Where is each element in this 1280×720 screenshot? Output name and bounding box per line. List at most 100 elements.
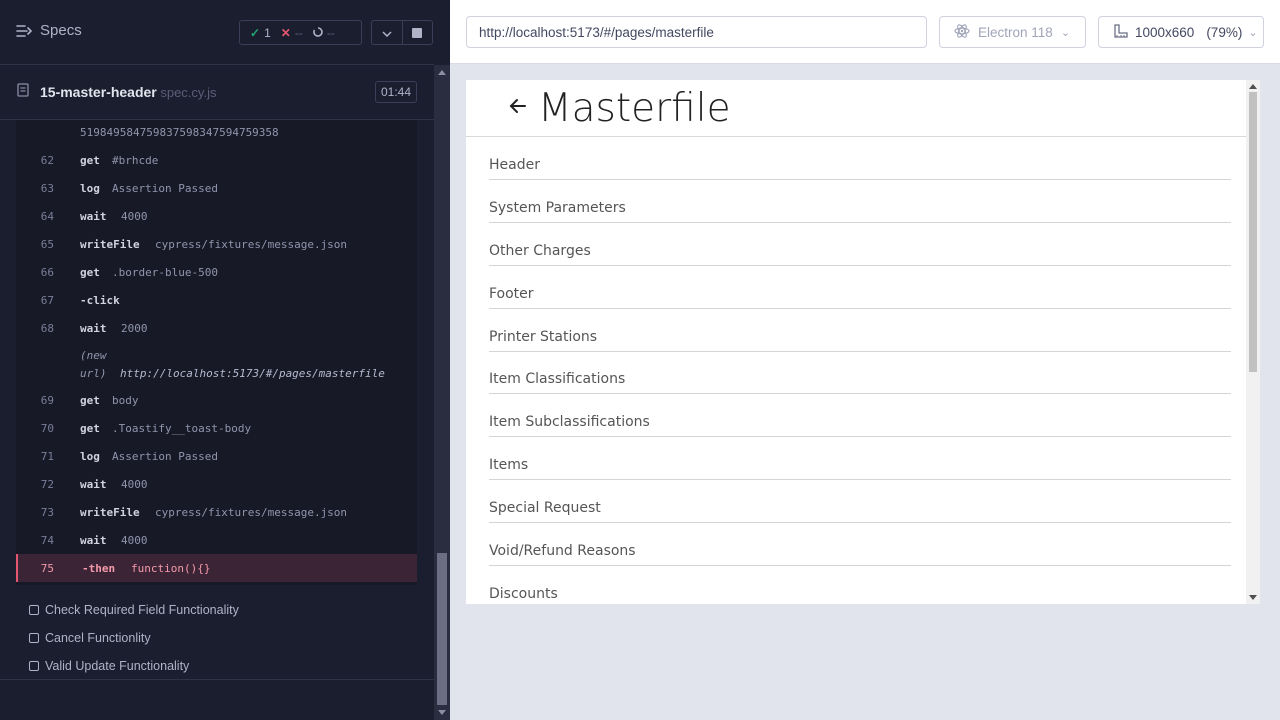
menu-item-label: Header (489, 157, 540, 173)
new-url-label: (new (80, 349, 107, 362)
command-message: function(){} (131, 562, 211, 575)
menu-item-label: Discounts (489, 586, 558, 602)
menu-item-header[interactable]: Header (489, 146, 1231, 180)
test-item[interactable]: Check Required Field Functionality (16, 596, 417, 624)
run-controls (371, 20, 433, 45)
chevron-down-icon: ⌄ (1060, 26, 1071, 39)
command-row[interactable]: 65 writeFile cypress/fixtures/message.js… (16, 230, 417, 258)
command-row[interactable]: 67 -click (16, 286, 417, 314)
menu-item-label: Printer Stations (489, 329, 598, 345)
menu-item-system-parameters[interactable]: System Parameters (489, 189, 1231, 223)
menu-item-label: Footer (489, 286, 534, 302)
collapse-button[interactable] (372, 21, 402, 44)
command-name: writeFile (80, 238, 140, 251)
menu-item-item-classifications[interactable]: Item Classifications (489, 360, 1231, 394)
command-number: 70 (40, 422, 54, 435)
command-row[interactable]: 73 writeFile cypress/fixtures/message.js… (16, 498, 417, 526)
menu-item-label: Items (489, 457, 529, 473)
command-name: get (80, 422, 100, 435)
test-title: Check Required Field Functionality (45, 603, 239, 617)
menu-item-footer[interactable]: Footer (489, 275, 1231, 309)
command-number: 71 (40, 450, 54, 463)
menu-item-printer-stations[interactable]: Printer Stations (489, 318, 1231, 352)
browser-selector[interactable]: Electron 118 ⌄ (939, 16, 1086, 48)
scrollbar-thumb[interactable] (437, 553, 447, 705)
url-field[interactable]: http://localhost:5173/#/pages/masterfile (466, 16, 927, 48)
scroll-up-arrow-icon[interactable] (438, 70, 446, 75)
viewport-info[interactable]: 1000x660 (79%) ⌄ (1098, 16, 1264, 48)
command-row[interactable]: 74 wait 4000 (16, 526, 417, 554)
chevron-down-icon: ⌄ (1248, 26, 1258, 39)
menu-item-items[interactable]: Items (489, 446, 1231, 480)
command-number: 65 (40, 238, 54, 251)
scroll-up-arrow-icon[interactable] (1249, 84, 1257, 89)
command-message: 2000 (121, 322, 148, 335)
test-title: Valid Update Functionality (45, 659, 190, 673)
command-row[interactable]: 70 get .Toastify__toast-body (16, 414, 417, 442)
command-row[interactable]: 71 log Assertion Passed (16, 442, 417, 470)
stop-button[interactable] (401, 21, 432, 44)
command-number: 68 (40, 322, 54, 335)
command-name: wait (80, 322, 107, 335)
back-arrow-icon[interactable] (508, 96, 528, 121)
command-row[interactable]: 66 get .border-blue-500 (16, 258, 417, 286)
scrollbar-thumb[interactable] (1249, 92, 1257, 372)
page-scrollbar[interactable] (1246, 80, 1260, 604)
passed-stat: ✓ 1 (240, 26, 271, 40)
test-item[interactable]: Cancel Functionlity (16, 624, 417, 652)
command-name: -then (82, 562, 116, 575)
command-name: wait (80, 210, 107, 223)
spec-file-name: 15-master-header spec.cy.js (40, 84, 216, 100)
menu-item-label: Item Subclassifications (489, 414, 650, 430)
command-message: cypress/fixtures/message.json (155, 238, 348, 251)
pending-count: -- (326, 25, 335, 40)
command-message: body (112, 394, 139, 407)
reporter-header: Specs ✓ 1 ✕ -- -- (0, 0, 434, 65)
passed-count: 1 (264, 25, 271, 40)
menu-item-other-charges[interactable]: Other Charges (489, 232, 1231, 266)
specs-button[interactable]: Specs (16, 22, 82, 39)
command-number: 69 (40, 394, 54, 407)
command-number: 75 (40, 562, 54, 575)
scroll-down-arrow-icon[interactable] (438, 710, 446, 715)
command-name: -click (80, 294, 120, 307)
command-number: 67 (40, 294, 54, 307)
viewport-size: 1000x660 (1135, 24, 1195, 40)
command-message: Assertion Passed (112, 450, 218, 463)
new-url-label: url) (80, 367, 107, 380)
menu-item-label: Void/Refund Reasons (489, 543, 636, 559)
command-row[interactable]: 68 wait 2000 (16, 314, 417, 342)
check-icon: ✓ (250, 25, 261, 40)
menu-item-discounts[interactable]: Discounts (489, 575, 1231, 604)
test-item[interactable]: Valid Update Functionality (16, 652, 417, 680)
chevron-down-icon (382, 24, 392, 42)
new-url-value[interactable]: http://localhost:5173/#/pages/masterfile (120, 367, 385, 380)
command-row[interactable]: 69 get body (16, 386, 417, 414)
menu-item-label: Special Request (489, 500, 601, 516)
app-iframe: Masterfile Header System Parameters Othe… (466, 80, 1260, 604)
menu-item-item-subclassifications[interactable]: Item Subclassifications (489, 403, 1231, 437)
command-message: .Toastify__toast-body (112, 422, 252, 435)
command-name: wait (80, 478, 107, 491)
reporter-scrollbar[interactable] (434, 65, 450, 720)
spec-title-row: 15-master-header spec.cy.js 01:44 (0, 65, 434, 120)
command-row[interactable]: 72 wait 4000 (16, 470, 417, 498)
command-row-active[interactable]: 75 -then function(){} (16, 554, 417, 582)
command-message: Assertion Passed (112, 182, 218, 195)
command-row[interactable]: 63 log Assertion Passed (16, 174, 417, 202)
viewport-zoom: (79%) (1206, 24, 1243, 40)
pending-circle-icon (313, 26, 323, 40)
command-name: writeFile (80, 506, 140, 519)
command-log: 519849584759837598347594759358 62 get #b… (16, 120, 417, 585)
menu-item-void-refund-reasons[interactable]: Void/Refund Reasons (489, 532, 1231, 566)
command-log-continuation: 519849584759837598347594759358 (80, 126, 279, 139)
command-number: 64 (40, 210, 54, 223)
command-row[interactable]: 64 wait 4000 (16, 202, 417, 230)
scroll-down-arrow-icon[interactable] (1249, 595, 1257, 600)
menu-item-special-request[interactable]: Special Request (489, 489, 1231, 523)
spec-name-text: 15-master-header (40, 84, 157, 100)
command-name: get (80, 394, 100, 407)
divider (0, 679, 434, 680)
command-row[interactable]: 62 get #brhcde (16, 146, 417, 174)
page-title: Masterfile (538, 86, 731, 131)
